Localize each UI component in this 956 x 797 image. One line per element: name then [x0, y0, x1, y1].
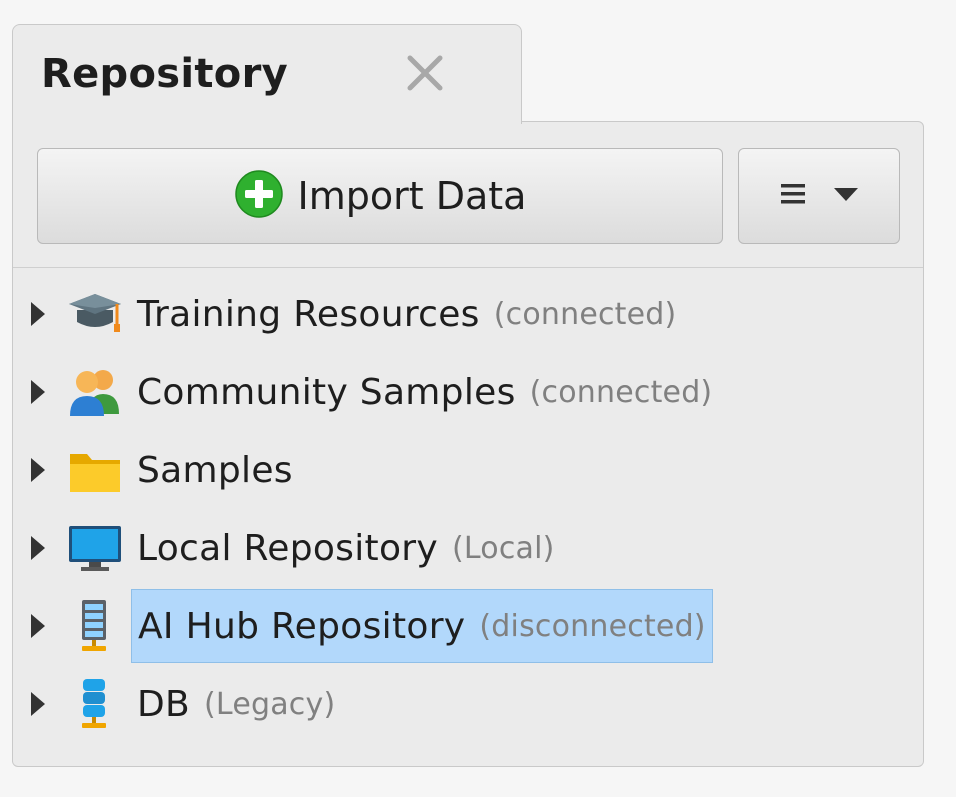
tree-item-label-box: Samples: [131, 440, 313, 500]
expand-arrow-icon[interactable]: [31, 536, 45, 560]
plus-circle-icon: [234, 169, 284, 223]
close-icon[interactable]: [405, 53, 445, 93]
tree-item-label-box-selected: AI Hub Repository (disconnected): [131, 589, 713, 663]
tree-item-training-resources[interactable]: Training Resources (connected): [13, 284, 893, 344]
import-data-label: Import Data: [297, 174, 527, 218]
users-icon: [67, 366, 123, 418]
import-data-button[interactable]: Import Data: [37, 148, 723, 244]
folder-icon: [67, 444, 123, 496]
tree-item-status: (Local): [451, 530, 555, 566]
expand-arrow-icon[interactable]: [31, 302, 45, 326]
tree-item-name: Local Repository: [137, 527, 438, 569]
expand-arrow-icon[interactable]: [31, 614, 45, 638]
tree-item-label-box: Community Samples (connected): [131, 362, 718, 422]
repository-menu-button[interactable]: [738, 148, 900, 244]
graduation-cap-icon: [67, 288, 123, 340]
tree-item-label-box: Training Resources (connected): [131, 284, 682, 344]
expand-arrow-icon[interactable]: [31, 458, 45, 482]
repository-tab[interactable]: Repository: [12, 24, 522, 124]
server-icon: [67, 600, 123, 652]
repository-panel: Import Data Training Resources (connecte…: [12, 121, 924, 767]
tree-item-ai-hub-repository[interactable]: AI Hub Repository (disconnected): [13, 589, 893, 663]
tree-item-name: Community Samples: [137, 371, 516, 413]
tree-item-status: (connected): [529, 374, 713, 410]
monitor-icon: [67, 522, 123, 574]
toolbar-separator: [13, 267, 923, 268]
tree-item-status: (Legacy): [204, 686, 336, 722]
tree-item-samples[interactable]: Samples: [13, 440, 893, 500]
tree-item-status: (connected): [493, 296, 677, 332]
expand-arrow-icon[interactable]: [31, 692, 45, 716]
chevron-down-icon: [833, 184, 859, 208]
database-icon: [67, 678, 123, 730]
hamburger-menu-icon: [779, 179, 809, 213]
tree-item-db[interactable]: DB (Legacy): [13, 674, 893, 734]
tree-item-name: DB: [137, 683, 191, 725]
tree-item-name: Training Resources: [137, 293, 480, 335]
tree-item-name: Samples: [137, 449, 293, 491]
tab-title: Repository: [41, 51, 288, 97]
expand-arrow-icon[interactable]: [31, 380, 45, 404]
tree-item-label-box: DB (Legacy): [131, 674, 341, 734]
tree-item-name: AI Hub Repository: [138, 605, 466, 647]
tree-item-label-box: Local Repository (Local): [131, 518, 561, 578]
tree-item-status: (disconnected): [479, 608, 706, 644]
tree-item-community-samples[interactable]: Community Samples (connected): [13, 362, 893, 422]
tree-item-local-repository[interactable]: Local Repository (Local): [13, 518, 893, 578]
